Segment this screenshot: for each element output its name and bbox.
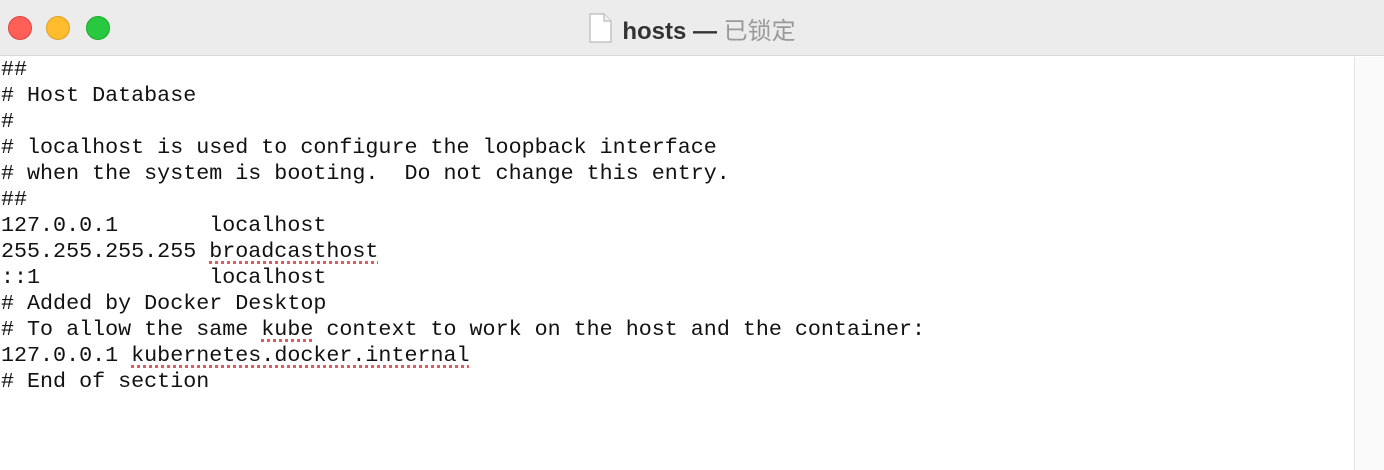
- text-line[interactable]: 127.0.0.1 localhost: [0, 213, 1354, 239]
- text-line[interactable]: 255.255.255.255 broadcasthost: [0, 239, 1354, 265]
- text-line[interactable]: ::1 localhost: [0, 265, 1354, 291]
- text-line[interactable]: # Host Database: [0, 83, 1354, 109]
- title-text: hosts — 已锁定: [622, 11, 795, 46]
- text-edit-window: hosts — 已锁定 ## # Host Database # # localhos…: [0, 0, 1384, 470]
- text-line[interactable]: # localhost is used to configure the loo…: [0, 135, 1354, 161]
- title-bar[interactable]: hosts — 已锁定: [0, 0, 1384, 56]
- line-text: 255.255.255.255: [1, 239, 210, 264]
- file-name[interactable]: hosts: [622, 18, 686, 45]
- text-line[interactable]: 127.0.0.1 kubernetes.docker.internal: [0, 343, 1354, 369]
- text-line[interactable]: # Added by Docker Desktop: [0, 291, 1354, 317]
- misspelled-word[interactable]: broadcasthost: [209, 239, 378, 264]
- text-line[interactable]: # End of section: [0, 369, 1354, 395]
- misspelled-word[interactable]: kubernetes.docker.internal: [131, 343, 469, 368]
- title-separator: —: [686, 17, 724, 45]
- text-line[interactable]: ##: [0, 187, 1354, 213]
- misspelled-word[interactable]: kube: [261, 317, 313, 342]
- line-text: 127.0.0.1: [1, 343, 132, 368]
- text-editor[interactable]: ## # Host Database # # localhost is used to…: [0, 57, 1354, 470]
- document-icon[interactable]: [588, 13, 612, 43]
- text-line[interactable]: ##: [0, 57, 1354, 83]
- locked-status[interactable]: 已锁定: [724, 17, 796, 45]
- window-title: hosts — 已锁定: [0, 0, 1384, 56]
- vertical-scrollbar[interactable]: [1354, 57, 1384, 470]
- text-line[interactable]: # To allow the same kube context to work…: [0, 317, 1354, 343]
- line-text: context to work on the host and the cont…: [313, 317, 926, 342]
- text-line[interactable]: #: [0, 109, 1354, 135]
- line-text: # To allow the same: [1, 317, 262, 342]
- text-line[interactable]: # when the system is booting. Do not cha…: [0, 161, 1354, 187]
